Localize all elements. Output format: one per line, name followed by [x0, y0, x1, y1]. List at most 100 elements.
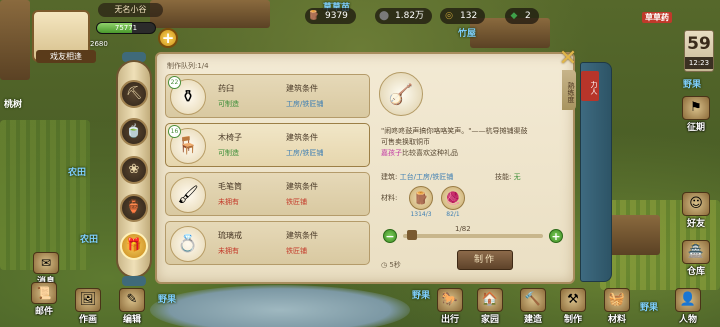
material-slot[interactable]: 🪵 1314/3: [407, 186, 435, 218]
stone-icon: ⬤: [378, 11, 390, 21]
quantity-selector: 1/82 − +: [381, 225, 567, 245]
condition-value: 铁匠铺: [286, 198, 307, 206]
increase-button[interactable]: +: [549, 229, 563, 243]
resource-value: 2: [525, 11, 531, 21]
recipe-item[interactable]: 🖌 毛笔筒 未拥有 建筑条件 铁匠铺: [165, 172, 370, 216]
warehouse-icon: 🏯: [682, 240, 710, 264]
character-button[interactable]: 👤 人物: [668, 288, 708, 325]
recipe-name: 木椅子: [218, 133, 242, 142]
gift-line: 比较喜欢这种礼品: [402, 149, 458, 157]
recipe-status: 未拥有: [218, 198, 239, 206]
player-avatar[interactable]: 戏友相逢: [32, 4, 96, 64]
recipe-status: 可制造: [218, 149, 239, 157]
river: [150, 285, 410, 327]
building: [150, 0, 270, 28]
recipe-item[interactable]: 💍 琉璃戒 未拥有 建筑条件 铁匠铺: [165, 221, 370, 265]
condition-label: 建筑条件: [286, 231, 318, 240]
craft-icon: ⚒: [560, 288, 586, 312]
build-button[interactable]: 🔨 建造: [513, 288, 553, 325]
paint-icon: 🖼: [75, 288, 101, 312]
coin-icon: ◎: [445, 11, 453, 21]
close-icon[interactable]: ✕: [555, 46, 581, 72]
campaign-button[interactable]: ⚑ 征期: [676, 96, 716, 133]
scroll-cap-bottom: [122, 276, 146, 286]
book-cover: 力人: [580, 62, 612, 282]
warehouse-button[interactable]: 🏯 仓库: [676, 240, 716, 277]
material-slot[interactable]: 🧶 82/1: [439, 186, 467, 218]
quantity-slider-handle[interactable]: [407, 230, 417, 240]
paint-button[interactable]: 🖼 作画: [68, 288, 108, 325]
timer-value: 5秒: [389, 261, 401, 269]
proficiency-tab[interactable]: 熟练度: [562, 70, 576, 110]
friend-button[interactable]: ☺ 好友: [676, 192, 716, 229]
button-label: 材料: [607, 315, 626, 325]
recipe-detail: 🪕 "闹咚咚鼓声搞你咯咯笑声。"——杭导摊铺渠鼓 可售卖换取铜币 嘉孩子比较喜欢…: [377, 62, 567, 278]
resource-counter[interactable]: ⬤ 1.82万: [375, 8, 433, 24]
ring-icon: 💍: [170, 226, 206, 262]
category-scroll: ⛏ 🍵 ❀ 🏺 🎁: [110, 50, 158, 290]
pot-icon[interactable]: 🍵: [120, 118, 148, 146]
recipe-status: 可制造: [218, 100, 239, 108]
small-stat: 2680: [90, 40, 108, 48]
jar-icon[interactable]: 🏺: [120, 194, 148, 222]
craft-timer: ◷ 5秒: [381, 261, 401, 269]
material-button[interactable]: 🧺 材料: [597, 288, 637, 325]
home-button[interactable]: 🏠 家园: [470, 288, 510, 325]
material-count: 1314/3: [410, 211, 432, 218]
exp-value: 75771: [114, 24, 138, 32]
wood-material-icon: 🪵: [409, 186, 433, 210]
campaign-icon: ⚑: [682, 96, 710, 120]
make-button[interactable]: 制作: [457, 250, 513, 270]
avatar-name: 戏友相逢: [36, 50, 96, 63]
resource-counter[interactable]: 🪵 9379: [305, 8, 356, 24]
recipe-item[interactable]: ⚱ 22 药臼 可制造 建筑条件 工房/铁匠铺: [165, 74, 370, 118]
cloth-material-icon: 🧶: [441, 186, 465, 210]
edit-icon: ✎: [119, 288, 145, 312]
mail-button[interactable]: 📜 邮件: [24, 282, 64, 317]
friend-icon: ☺: [682, 192, 710, 216]
wood-icon: 🪵: [308, 11, 320, 21]
skill-requirement: 技能: 无: [495, 172, 521, 182]
edit-button[interactable]: ✎ 编辑: [112, 288, 152, 325]
skill-label: 技能:: [495, 173, 512, 181]
map-label: 草草药: [642, 12, 672, 23]
condition-label: 建筑条件: [286, 182, 318, 191]
button-label: 制作: [563, 315, 582, 325]
calendar-day: 59: [687, 34, 711, 54]
quantity-value: 1/82: [455, 225, 471, 233]
travel-button[interactable]: 🐎 出行: [430, 288, 470, 325]
calendar[interactable]: 59 12:23: [684, 30, 714, 72]
build-requirement: 建筑: 工台/工房/铁匠铺: [381, 172, 453, 182]
npc-name[interactable]: 嘉孩子: [381, 149, 402, 157]
resource-counter[interactable]: ◆ 2: [505, 8, 539, 24]
gift-icon[interactable]: 🎁: [120, 232, 148, 260]
farm-field: [0, 120, 90, 270]
pickaxe-icon[interactable]: ⛏: [120, 80, 148, 108]
decrease-button[interactable]: −: [383, 229, 397, 243]
map-label: 农田: [80, 235, 99, 245]
quantity-slider[interactable]: [403, 234, 543, 238]
recipe-item[interactable]: 🪑 16 木椅子 可制造 建筑条件 工房/铁匠铺: [165, 123, 370, 167]
resource-value: 1.82万: [395, 11, 425, 21]
home-icon: 🏠: [477, 288, 503, 312]
button-label: 作画: [78, 315, 97, 325]
craft-paper: 制作队列:1/4 ⚱ 22 药臼 可制造 建筑条件 工房/铁匠铺 🪑 16 木椅子 可制造 建筑条件…: [155, 52, 575, 284]
skill-value: 无: [513, 173, 521, 181]
add-exp-button[interactable]: +: [158, 28, 178, 48]
button-label: 征期: [686, 123, 705, 133]
sell-line: 可售卖换取铜币: [381, 138, 430, 146]
resource-counter[interactable]: ◎ 132: [440, 8, 486, 24]
condition-value: 工房/铁匠铺: [286, 100, 324, 108]
map-label: 野果: [683, 80, 702, 90]
resource-value: 9379: [325, 11, 348, 21]
build-icon: 🔨: [520, 288, 546, 312]
mail-icon: 📜: [31, 282, 57, 304]
map-label: 野果: [640, 303, 659, 313]
button-label: 编辑: [122, 315, 141, 325]
button-label: 仓库: [686, 267, 705, 277]
condition-value: 铁匠铺: [286, 247, 307, 255]
craft-button[interactable]: ⚒ 制作: [553, 288, 593, 325]
red-tab[interactable]: 力人: [581, 71, 599, 101]
button-label: 出行: [440, 315, 459, 325]
flower-icon[interactable]: ❀: [120, 156, 148, 184]
